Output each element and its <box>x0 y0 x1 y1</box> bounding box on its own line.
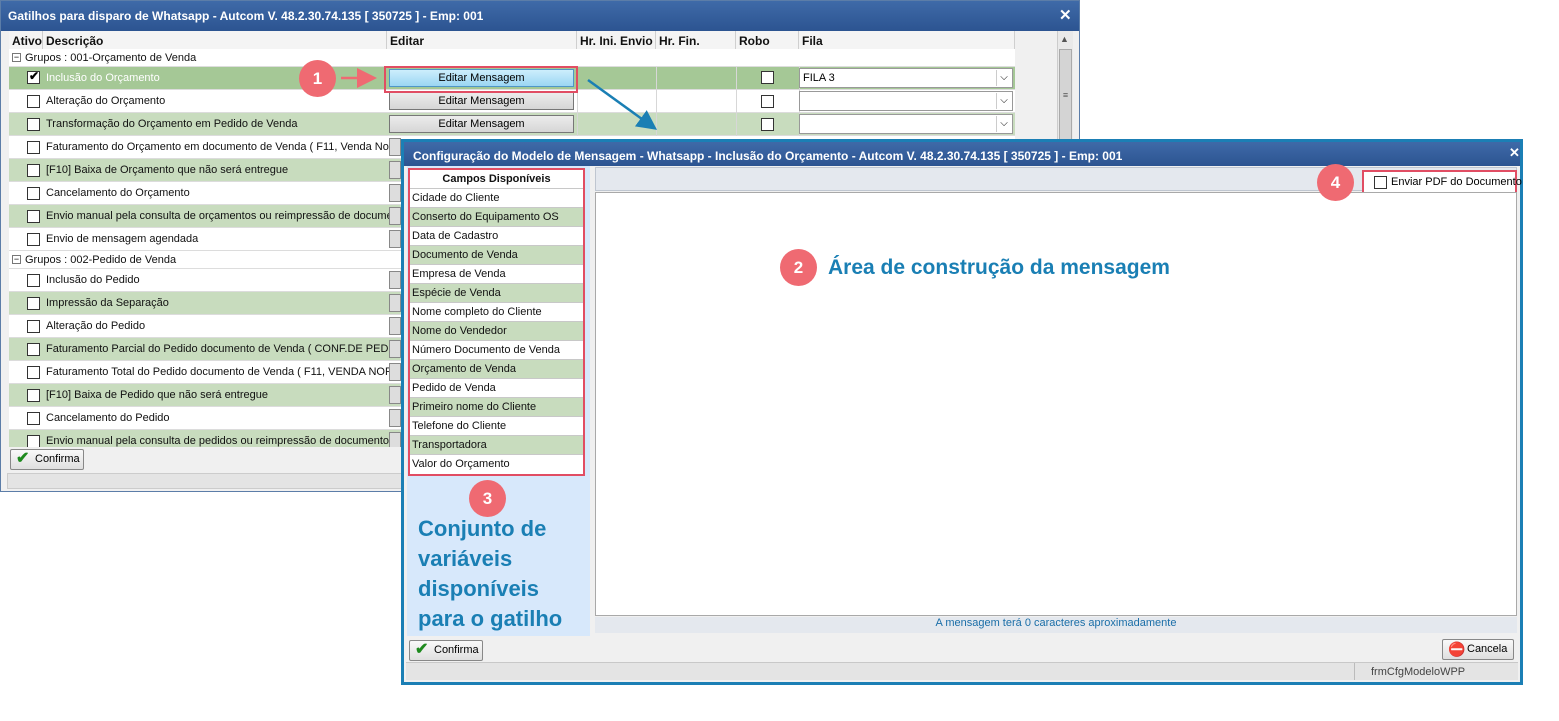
annotation-arrows <box>341 68 658 130</box>
pointer-arrow-2 <box>587 78 658 130</box>
